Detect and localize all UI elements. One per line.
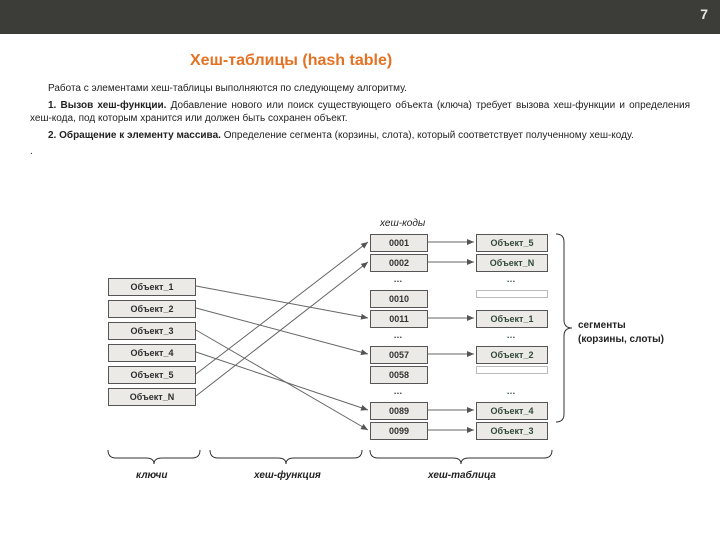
diagram: Объект_1 Объект_2 Объект_3 Объект_4 Объе…	[0, 220, 720, 540]
paragraph-step1: 1. Вызов хеш-функции. Добавление нового …	[30, 99, 690, 126]
paragraph-intro: Работа с элементами хеш-таблицы выполняю…	[30, 82, 690, 96]
bottom-label-fn: хеш-функция	[254, 470, 321, 481]
lines	[0, 220, 720, 540]
header-bar: 7	[0, 0, 720, 34]
step2-lead: 2. Обращение к элементу массива.	[48, 130, 224, 141]
body-text: Работа с элементами хеш-таблицы выполняю…	[30, 82, 690, 159]
page-number: 7	[700, 6, 708, 22]
page-title: Хеш-таблицы (hash table)	[190, 52, 720, 70]
segments-label-1: сегменты	[578, 320, 626, 331]
period: .	[30, 145, 690, 159]
segments-label-2: (корзины, слоты)	[578, 334, 664, 345]
bottom-label-table: хеш-таблица	[428, 470, 496, 481]
bottom-label-keys: ключи	[136, 470, 168, 481]
paragraph-step2: 2. Обращение к элементу массива. Определ…	[30, 129, 690, 143]
step2-rest: Определение сегмента (корзины, слота), к…	[224, 130, 634, 141]
step1-lead: 1. Вызов хеш-функции.	[48, 100, 171, 111]
